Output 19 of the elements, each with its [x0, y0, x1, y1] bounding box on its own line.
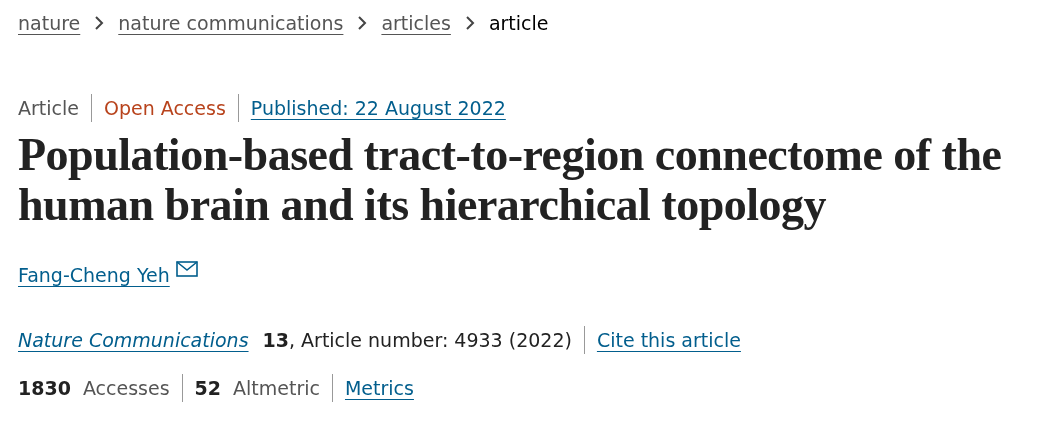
breadcrumb-link[interactable]: nature	[18, 12, 81, 34]
metric-stat: 52 Altmetric	[194, 377, 320, 399]
chevron-icon	[464, 16, 475, 30]
journal-link[interactable]: Nature Communications	[18, 329, 249, 351]
breadcrumb-link[interactable]: articles	[381, 12, 451, 34]
breadcrumb-link[interactable]: nature communications	[118, 12, 344, 34]
breadcrumb-current: article	[488, 12, 549, 34]
access-label: Open Access	[103, 97, 226, 119]
chevron-icon	[357, 16, 368, 30]
author-link[interactable]: Fang-Cheng Yeh	[18, 264, 170, 286]
metrics-link[interactable]: Metrics	[344, 377, 414, 399]
cite-link[interactable]: Cite this article	[596, 329, 741, 351]
chevron-icon	[94, 16, 105, 30]
article-title: Population-based tract-to-region connectome of the human brain and its hierarchical topology	[18, 130, 1003, 230]
published-date-link[interactable]: Published: 22 August 2022	[250, 97, 506, 119]
metric-stat: 1830 Accesses	[18, 377, 170, 399]
email-icon[interactable]	[175, 261, 198, 277]
article-type: Article	[18, 97, 79, 119]
citation-details: 13, Article number: 4933 (2022)	[262, 329, 572, 351]
